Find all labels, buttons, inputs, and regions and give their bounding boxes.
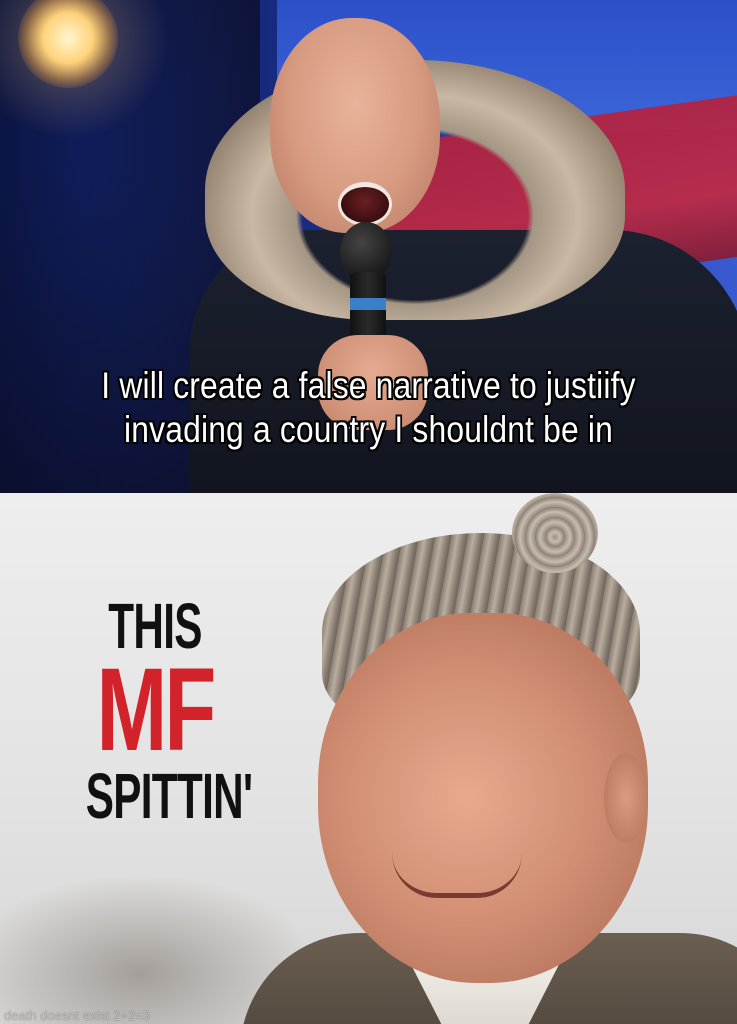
smiling-face: [318, 613, 648, 983]
microphone-band: [350, 298, 386, 310]
top-caption: I will create a false narrative to justi…: [52, 364, 686, 452]
hair-bun: [512, 493, 598, 573]
ear: [604, 753, 648, 843]
open-mouth: [338, 182, 392, 226]
text-mf: MF: [96, 644, 217, 776]
watermark: death doesnt exist 2+2=3: [4, 1008, 151, 1023]
bottom-panel: THIS MF SPITTIN': [0, 493, 737, 1024]
caption-line-1: I will create a false narrative to justi…: [101, 365, 636, 406]
meme-text-block: THIS MF SPITTIN': [50, 593, 260, 829]
text-spittin: SPITTIN': [85, 760, 253, 832]
top-panel: I will create a false narrative to justi…: [0, 0, 737, 493]
caption-line-2: invading a country I shouldnt be in: [124, 409, 613, 450]
